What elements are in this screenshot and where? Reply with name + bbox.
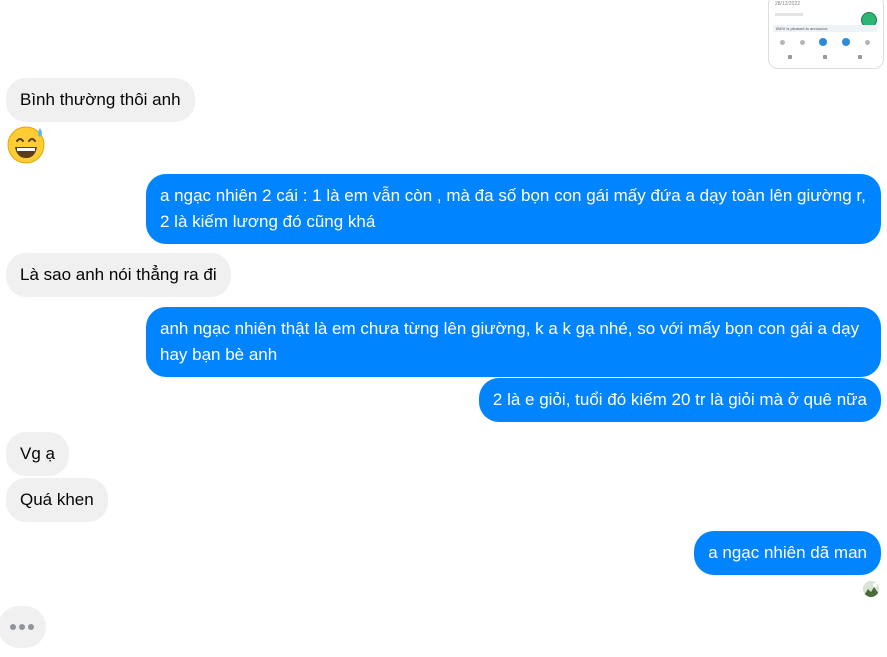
outgoing-message[interactable]: anh ngạc nhiên thật là em chưa từng lên … xyxy=(146,307,881,377)
thumbnail-sys-icon xyxy=(857,55,862,59)
seen-avatar-graphic xyxy=(863,581,879,597)
typing-dot xyxy=(19,624,25,630)
typing-dots-icon xyxy=(0,606,46,648)
incoming-message[interactable]: Quá khen xyxy=(6,478,108,522)
incoming-message[interactable]: Bình thường thôi anh xyxy=(6,78,195,122)
thumbnail-nav-dot-icon xyxy=(780,39,786,45)
incoming-message[interactable]: Vg ạ xyxy=(6,432,69,476)
grinning-face-with-sweat-icon[interactable] xyxy=(6,124,46,164)
typing-dot xyxy=(10,624,16,630)
outgoing-message[interactable]: a ngạc nhiên dã man xyxy=(694,531,881,575)
thumbnail-line xyxy=(775,13,803,16)
thumbnail-sys-icon xyxy=(822,55,827,59)
thumbnail-date: 28/12/2022 xyxy=(775,1,801,7)
outgoing-message[interactable]: 2 là e giỏi, tuổi đó kiếm 20 tr là giỏi … xyxy=(478,378,881,422)
thumbnail-nav-dot-icon xyxy=(819,38,828,46)
outgoing-message[interactable]: a ngạc nhiên 2 cái : 1 là em vẫn còn , m… xyxy=(146,174,881,244)
incoming-message[interactable]: Là sao anh nói thẳng ra đi xyxy=(6,253,231,297)
typing-dot xyxy=(28,624,34,630)
thumbnail-system-bar xyxy=(773,53,877,61)
seen-avatar-icon xyxy=(863,581,879,597)
thumbnail-announcement: IBDV is pleased to announce xyxy=(773,25,877,32)
thumbnail-nav-bar xyxy=(773,35,877,49)
thumbnail-nav-dot-icon xyxy=(864,39,870,45)
thumbnail-sys-icon xyxy=(788,55,793,59)
thumbnail-nav-dot-icon xyxy=(842,38,851,46)
thumbnail-nav-dot-icon xyxy=(799,39,805,45)
shared-image-thumbnail[interactable]: 28/12/2022 IBDV is pleased to announce xyxy=(768,0,884,69)
